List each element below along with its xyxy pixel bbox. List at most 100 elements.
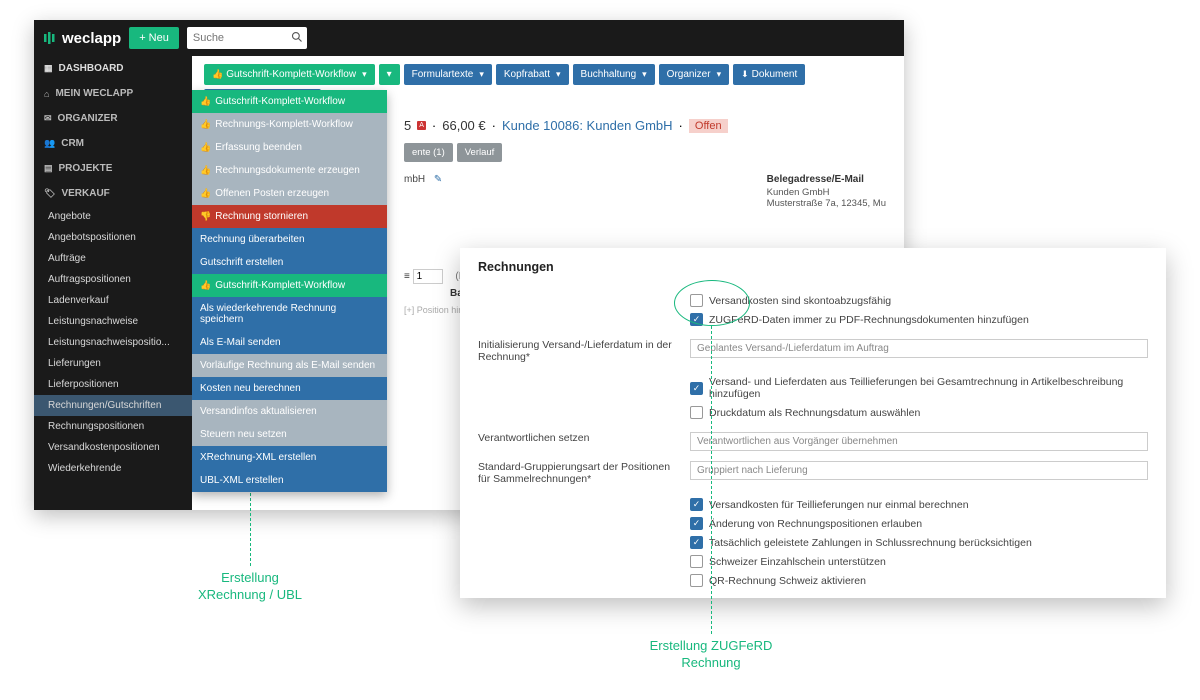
home-icon: ⌂ — [44, 89, 49, 99]
dd-label: Erfassung beenden — [215, 142, 302, 153]
tag-icon: 🏷 — [44, 188, 55, 199]
cb-zahlungen-schlussrechnung[interactable]: ✓Tatsächlich geleistete Zahlungen in Sch… — [690, 533, 1148, 552]
cb-schweizer-einzahlschein[interactable]: Schweizer Einzahlschein unterstützen — [690, 552, 1148, 571]
app-logo: weclapp — [44, 30, 121, 47]
dd-item[interactable]: XRechnung-XML erstellen — [192, 446, 387, 469]
dashboard-icon: ▦ — [44, 63, 53, 74]
cb-aenderung-positionen[interactable]: ✓Änderung von Rechnungspositionen erlaub… — [690, 514, 1148, 533]
new-button[interactable]: + Neu — [129, 27, 179, 49]
doc-number: 5 — [404, 118, 411, 133]
sel-verantwortlichen[interactable] — [690, 432, 1148, 451]
nav-lieferungen[interactable]: Lieferungen — [34, 353, 192, 374]
thumbs-icon: 👍 — [200, 188, 211, 199]
dd-label: Steuern neu setzen — [200, 429, 287, 440]
nav-verkauf[interactable]: 🏷VERKAUF — [34, 181, 192, 206]
dd-item[interactable]: Versandinfos aktualisieren — [192, 400, 387, 423]
dd-label: XRechnung-XML erstellen — [200, 452, 316, 463]
nav-projekte[interactable]: ▤PROJEKTE — [34, 156, 192, 181]
dd-item[interactable]: 👍Rechnungsdokumente erzeugen — [192, 159, 387, 182]
dd-item[interactable]: Gutschrift erstellen — [192, 251, 387, 274]
project-icon: ▤ — [44, 163, 53, 174]
dokument-button[interactable]: ⬇Dokument — [733, 64, 805, 85]
kopfrabatt-button[interactable]: Kopfrabatt — [496, 64, 569, 85]
dd-label: Rechnungs-Komplett-Workflow — [215, 119, 353, 130]
workflow-button[interactable]: 👍Gutschrift-Komplett-Workflow — [204, 64, 375, 85]
people-icon: 👥 — [44, 138, 55, 149]
cb-druckdatum[interactable]: Druckdatum als Rechnungsdatum auswählen — [690, 403, 1148, 422]
sel-init-versand[interactable] — [690, 339, 1148, 358]
dd-item[interactable]: Steuern neu setzen — [192, 423, 387, 446]
logo-text: weclapp — [62, 30, 121, 47]
buchhaltung-button[interactable]: Buchhaltung — [573, 64, 655, 85]
search-input[interactable] — [187, 27, 307, 49]
formulartexte-button[interactable]: Formulartexte — [404, 64, 492, 85]
nav-organizer[interactable]: ✉ORGANIZER — [34, 106, 192, 131]
nav-dashboard[interactable]: ▦DASHBOARD — [34, 56, 192, 81]
dd-item[interactable]: Vorläufige Rechnung als E-Mail senden — [192, 354, 387, 377]
detail-area: mbH ✎ Belegadresse/E-Mail Kunden GmbH Mu… — [404, 174, 892, 209]
settings-header: Rechnungen — [478, 260, 1148, 274]
search-box — [187, 27, 307, 49]
thumbs-icon: 👎 — [200, 211, 211, 222]
dd-label: Vorläufige Rechnung als E-Mail senden — [200, 360, 375, 371]
dd-label: Versandinfos aktualisieren — [200, 406, 317, 417]
nav-leistungsnachweise[interactable]: Leistungsnachweise — [34, 311, 192, 332]
nav-lieferpositionen[interactable]: Lieferpositionen — [34, 374, 192, 395]
nav-auftragspositionen[interactable]: Auftragspositionen — [34, 269, 192, 290]
dd-item[interactable]: Als E-Mail senden — [192, 331, 387, 354]
sel-gruppierung[interactable] — [690, 461, 1148, 480]
thumbs-up-icon: 👍 — [212, 69, 223, 80]
nav-auftraege[interactable]: Aufträge — [34, 248, 192, 269]
cb-zugferd[interactable]: ✓ZUGFeRD-Daten immer zu PDF-Rechnungsdok… — [690, 310, 1148, 329]
annotation-label-zugferd: Erstellung ZUGFeRDRechnung — [636, 638, 786, 672]
nav-leistungsnachweispositionen[interactable]: Leistungsnachweispositio... — [34, 332, 192, 353]
nav-versandkostenpositionen[interactable]: Versandkostenpositionen — [34, 437, 192, 458]
dd-label: Rechnung stornieren — [215, 211, 308, 222]
drag-handle-icon[interactable]: ≡ — [404, 271, 410, 282]
dd-label: Als wiederkehrende Rechnung speichern — [200, 303, 379, 325]
cb-qr-rechnung-schweiz[interactable]: QR-Rechnung Schweiz aktivieren — [690, 571, 1148, 590]
dd-item[interactable]: 👍Gutschrift-Komplett-Workflow — [192, 274, 387, 297]
dd-item[interactable]: UBL-XML erstellen — [192, 469, 387, 492]
dd-item[interactable]: 👍 Erfassung beenden — [192, 136, 387, 159]
dd-item[interactable]: 👎 Rechnung stornieren — [192, 205, 387, 228]
thumbs-icon: 👍 — [200, 96, 211, 107]
cb-versandkosten-skonto[interactable]: Versandkosten sind skontoabzugsfähig — [690, 291, 1148, 310]
customer-short: mbH — [404, 174, 425, 185]
cb-versanddaten-teillieferung[interactable]: ✓Versand- und Lieferdaten aus Teilliefer… — [690, 373, 1148, 403]
nav-mein-weclapp[interactable]: ⌂MEIN WECLAPP — [34, 81, 192, 106]
nav-angebote[interactable]: Angebote — [34, 206, 192, 227]
mail-icon: ✉ — [44, 113, 52, 124]
cb-versandkosten-einmal[interactable]: ✓Versandkosten für Teillieferungen nur e… — [690, 495, 1148, 514]
workflow-split-caret[interactable]: ▾ — [379, 64, 400, 85]
thumbs-icon: 👍 — [200, 142, 211, 153]
thumbs-icon: 👍 — [200, 119, 211, 130]
dd-label: Gutschrift-Komplett-Workflow — [215, 96, 345, 107]
edit-icon[interactable]: ✎ — [434, 174, 442, 185]
nav-rechnungspositionen[interactable]: Rechnungspositionen — [34, 416, 192, 437]
tabs: ente (1) Verlauf — [404, 143, 892, 162]
customer-link[interactable]: Kunde 10086: Kunden GmbH — [502, 118, 673, 133]
pdf-badge-icon: A — [417, 121, 426, 130]
dd-item[interactable]: Rechnung überarbeiten — [192, 228, 387, 251]
sidebar: ▦DASHBOARD ⌂MEIN WECLAPP ✉ORGANIZER 👥CRM… — [34, 56, 192, 510]
nav-ladenverkauf[interactable]: Ladenverkauf — [34, 290, 192, 311]
nav-angebotspositionen[interactable]: Angebotspositionen — [34, 227, 192, 248]
dd-label: Als E-Mail senden — [200, 337, 281, 348]
annotation-label-xrechnung: ErstellungXRechnung / UBL — [190, 570, 310, 604]
dd-label: Kosten neu berechnen — [200, 383, 301, 394]
dd-item[interactable]: Kosten neu berechnen — [192, 377, 387, 400]
thumbs-icon: 👍 — [200, 280, 211, 291]
workflow-dropdown: 👍 Gutschrift-Komplett-Workflow 👍 Rechnungs-… — [192, 90, 387, 492]
tab-verlauf[interactable]: Verlauf — [457, 143, 503, 162]
dd-item[interactable]: 👍Offenen Posten erzeugen — [192, 182, 387, 205]
dd-item[interactable]: Als wiederkehrende Rechnung speichern — [192, 297, 387, 331]
nav-rechnungen-gutschriften[interactable]: Rechnungen/Gutschriften — [34, 395, 192, 416]
nav-wiederkehrende[interactable]: Wiederkehrende — [34, 458, 192, 479]
nav-crm[interactable]: 👥CRM — [34, 131, 192, 156]
dd-item[interactable]: 👍 Rechnungs-Komplett-Workflow — [192, 113, 387, 136]
dd-item[interactable]: 👍 Gutschrift-Komplett-Workflow — [192, 90, 387, 113]
tab-dokumente[interactable]: ente (1) — [404, 143, 453, 162]
organizer-button[interactable]: Organizer — [659, 64, 729, 85]
qty-input[interactable] — [413, 269, 443, 284]
